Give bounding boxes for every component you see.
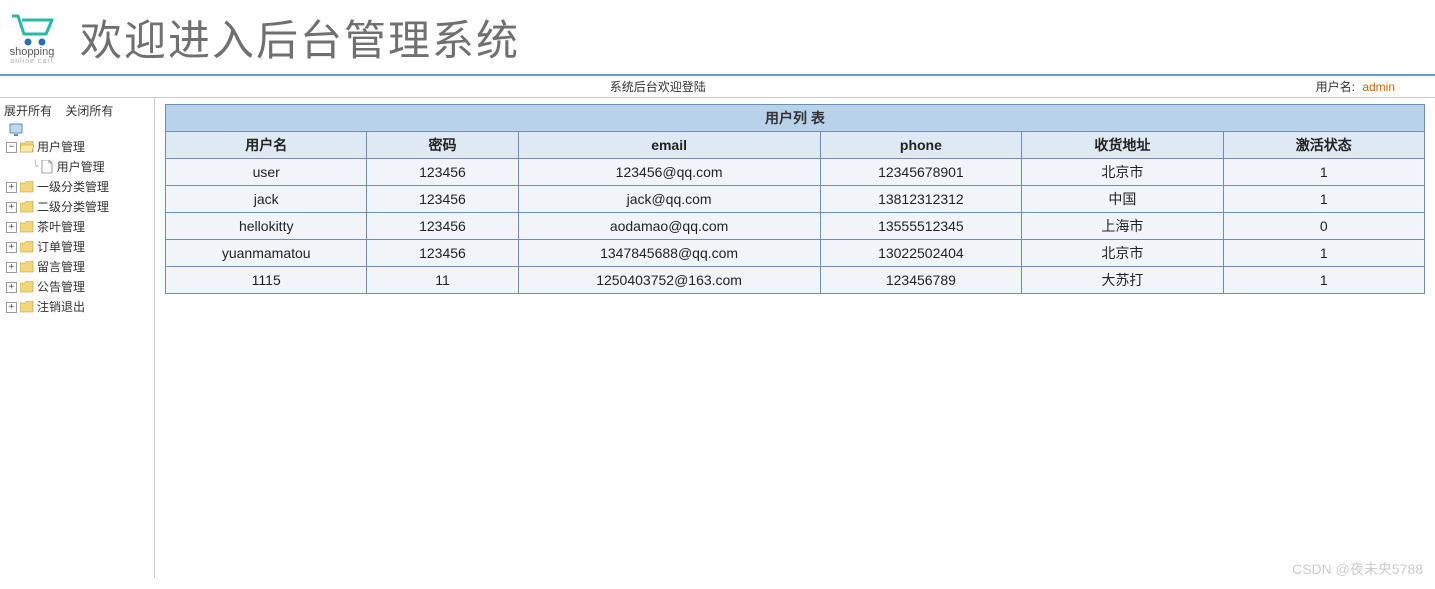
table-cell: 中国 [1022,186,1223,213]
table-header-row: 用户名密码emailphone收货地址激活状态 [166,132,1425,159]
table-cell: jack [166,186,367,213]
tree-child-node[interactable]: └用户管理 [2,157,152,177]
table-row: 1115111250403752@163.com123456789大苏打1 [166,267,1425,294]
tree-node[interactable]: + 注销退出 [2,297,152,317]
top-bar: 系统后台欢迎登陆 用户名: admin [0,76,1435,98]
tree-node-label[interactable]: 用户管理 [57,157,105,177]
table-cell: 123456 [367,186,518,213]
table-cell: hellokitty [166,213,367,240]
tree-node-label[interactable]: 用户管理 [37,137,85,157]
expand-all-link[interactable]: 展开所有 [4,104,52,118]
nav-tree: −用户管理└用户管理+一级分类管理+二级分类管理+茶叶管理+订单管理+留言管理+… [2,123,152,317]
table-header-cell: email [518,132,820,159]
table-cell: 1 [1223,159,1424,186]
header: shopping online cart 欢迎进入后台管理系统 [0,0,1435,76]
table-cell: 1347845688@qq.com [518,240,820,267]
table-cell: user [166,159,367,186]
table-row: jack123456jack@qq.com13812312312中国1 [166,186,1425,213]
username: admin [1362,80,1395,94]
tree-controls: 展开所有 关闭所有 [2,102,152,119]
table-cell: 0 [1223,213,1424,240]
table-header-cell: 用户名 [166,132,367,159]
sidebar: 展开所有 关闭所有 −用户管理└用户管理+一级分类管理+二级分类管理+茶叶管理+… [0,98,155,578]
expand-icon[interactable]: + [6,242,17,253]
table-body: user123456123456@qq.com12345678901北京市1ja… [166,159,1425,294]
current-user: 用户名: admin [1316,76,1435,97]
table-cell: aodamao@qq.com [518,213,820,240]
tree-node[interactable]: − 用户管理 [2,137,152,157]
table-cell: 13812312312 [820,186,1021,213]
tree-node[interactable]: + 留言管理 [2,257,152,277]
expand-icon[interactable]: + [6,302,17,313]
table-cell: 123456 [367,159,518,186]
tree-node-label[interactable]: 一级分类管理 [37,177,109,197]
expand-icon[interactable]: + [6,222,17,233]
table-cell: 11 [367,267,518,294]
table-cell: 大苏打 [1022,267,1223,294]
logo: shopping online cart [8,10,56,65]
table-cell: jack@qq.com [518,186,820,213]
table-cell: 13555512345 [820,213,1021,240]
table-header-cell: phone [820,132,1021,159]
table-cell: 1 [1223,240,1424,267]
tree-node-label[interactable]: 二级分类管理 [37,197,109,217]
page-title: 欢迎进入后台管理系统 [80,7,520,68]
content: 用户列 表 用户名密码emailphone收货地址激活状态 user123456… [155,98,1435,578]
cart-icon [8,10,56,48]
tree-node-label[interactable]: 公告管理 [37,277,85,297]
table-cell: 北京市 [1022,159,1223,186]
user-table: 用户列 表 用户名密码emailphone收货地址激活状态 user123456… [165,104,1425,294]
table-cell: 123456 [367,240,518,267]
collapse-all-link[interactable]: 关闭所有 [65,104,113,118]
table-cell: 上海市 [1022,213,1223,240]
table-cell: yuanmamatou [166,240,367,267]
table-header-cell: 密码 [367,132,518,159]
expand-icon[interactable]: + [6,182,17,193]
tree-node[interactable]: + 二级分类管理 [2,197,152,217]
table-row: user123456123456@qq.com12345678901北京市1 [166,159,1425,186]
expand-icon[interactable]: + [6,282,17,293]
logo-sublabel: online cart [10,58,53,65]
welcome-text: 系统后台欢迎登陆 [0,76,1316,97]
table-cell: 北京市 [1022,240,1223,267]
table-header-cell: 激活状态 [1223,132,1424,159]
table-cell: 123456@qq.com [518,159,820,186]
table-cell: 1 [1223,186,1424,213]
collapse-icon[interactable]: − [6,142,17,153]
table-cell: 1115 [166,267,367,294]
expand-icon[interactable]: + [6,262,17,273]
table-row: yuanmamatou1234561347845688@qq.com130225… [166,240,1425,267]
table-cell: 123456 [367,213,518,240]
table-row: hellokitty123456aodamao@qq.com1355551234… [166,213,1425,240]
tree-node[interactable]: + 订单管理 [2,237,152,257]
logo-label: shopping [10,46,55,58]
user-label: 用户名: [1316,80,1355,94]
table-cell: 12345678901 [820,159,1021,186]
table-caption: 用户列 表 [165,104,1425,131]
table-header-cell: 收货地址 [1022,132,1223,159]
tree-node[interactable]: + 一级分类管理 [2,177,152,197]
tree-node-label[interactable]: 茶叶管理 [37,217,85,237]
tree-node-label[interactable]: 留言管理 [37,257,85,277]
table-cell: 13022502404 [820,240,1021,267]
expand-icon[interactable]: + [6,202,17,213]
table-cell: 123456789 [820,267,1021,294]
table-cell: 1250403752@163.com [518,267,820,294]
tree-node-label[interactable]: 订单管理 [37,237,85,257]
tree-node[interactable]: + 茶叶管理 [2,217,152,237]
tree-node-label[interactable]: 注销退出 [37,297,85,317]
tree-node[interactable]: + 公告管理 [2,277,152,297]
table-cell: 1 [1223,267,1424,294]
